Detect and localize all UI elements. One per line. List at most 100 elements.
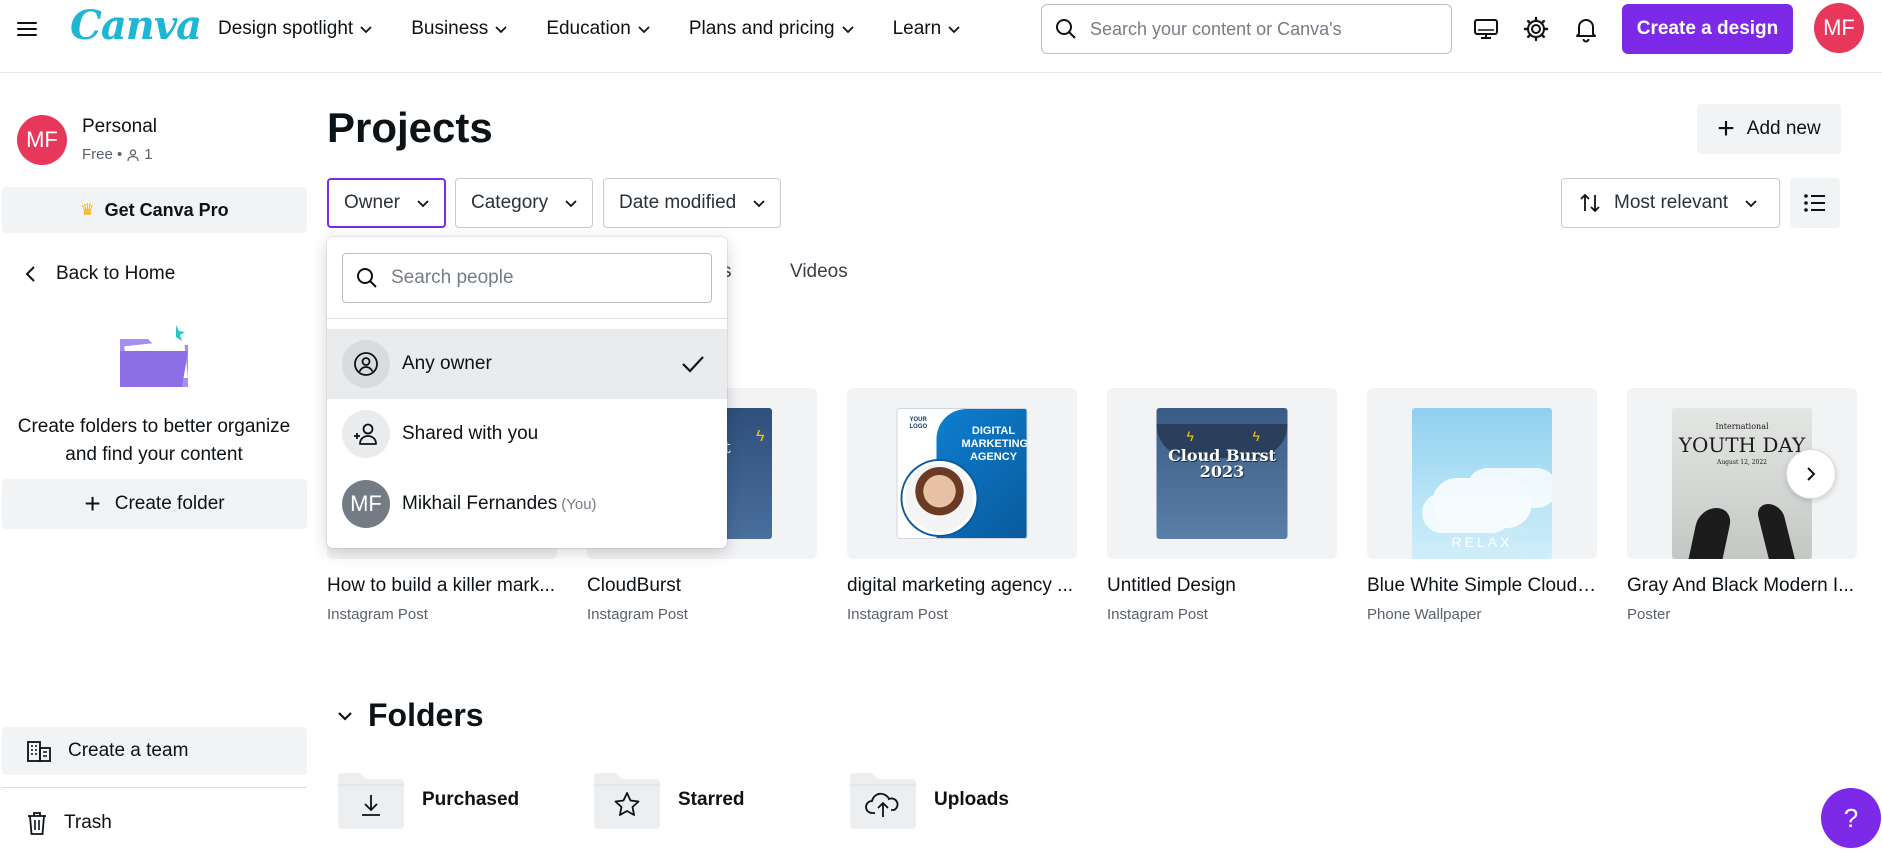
folders-heading[interactable]: Folders bbox=[336, 697, 484, 734]
design-title[interactable]: Gray And Black Modern I... bbox=[1627, 575, 1857, 597]
design-preview: ϟ ϟ Cloud Burst 2023 bbox=[1156, 408, 1288, 539]
nav-learn[interactable]: Learn bbox=[893, 17, 962, 41]
bell-icon[interactable] bbox=[1572, 15, 1600, 43]
person-icon bbox=[127, 148, 139, 161]
design-type: Instagram Post bbox=[587, 606, 688, 623]
search-people-field[interactable] bbox=[342, 253, 712, 303]
design-preview: RELAX bbox=[1412, 408, 1552, 559]
building-icon bbox=[27, 741, 51, 762]
crown-icon: ♛ bbox=[80, 202, 95, 219]
profile-name[interactable]: Personal bbox=[82, 116, 157, 138]
add-new-button[interactable]: + Add new bbox=[1697, 104, 1841, 154]
design-thumbnail[interactable]: YOUR LOGO DIGITAL MARKETING AGENCY bbox=[847, 388, 1077, 559]
plus-icon: + bbox=[84, 488, 101, 519]
account-avatar[interactable]: MF bbox=[1814, 3, 1864, 53]
design-title[interactable]: Untitled Design bbox=[1107, 575, 1337, 597]
search-people-input[interactable] bbox=[391, 267, 691, 289]
sidebar: MF Personal Free • 1 ♛ Get Canva Pro Bac… bbox=[0, 73, 308, 852]
top-header: Canva Design spotlight Business Educatio… bbox=[0, 0, 1882, 73]
chevron-down-icon bbox=[1745, 200, 1757, 208]
chevron-down-icon bbox=[841, 26, 854, 34]
chevron-left-icon bbox=[25, 266, 35, 282]
chevron-down-icon bbox=[638, 26, 650, 34]
trash-icon bbox=[28, 812, 46, 835]
design-type: Phone Wallpaper bbox=[1367, 606, 1482, 623]
design-type: Poster bbox=[1627, 606, 1671, 623]
design-thumbnail[interactable]: RELAX bbox=[1367, 388, 1597, 559]
design-type: Instagram Post bbox=[847, 606, 948, 623]
checkmark-icon bbox=[682, 356, 704, 373]
back-to-home-link[interactable]: Back to Home bbox=[22, 263, 175, 285]
header-search[interactable] bbox=[1041, 4, 1452, 54]
design-type: Instagram Post bbox=[1107, 606, 1208, 623]
sort-arrows-icon bbox=[1580, 193, 1600, 213]
sort-dropdown[interactable]: Most relevant bbox=[1561, 178, 1780, 228]
search-icon bbox=[357, 268, 377, 288]
nav-business[interactable]: Business bbox=[411, 17, 508, 41]
design-card[interactable]: International YOUTH DAY August 12, 2022 … bbox=[1627, 388, 1857, 623]
nav-design-spotlight[interactable]: Design spotlight bbox=[218, 17, 373, 41]
top-nav: Design spotlight Business Education Plan… bbox=[218, 17, 999, 41]
header-search-input[interactable] bbox=[1090, 18, 1430, 40]
list-view-icon bbox=[1804, 194, 1825, 212]
design-preview-text: DIGITAL MARKETING AGENCY bbox=[961, 425, 1028, 463]
owner-option-any[interactable]: Any owner bbox=[327, 329, 727, 399]
chevron-down-icon bbox=[753, 200, 765, 208]
canva-logo[interactable]: Canva bbox=[70, 2, 202, 49]
design-card[interactable]: YOUR LOGO DIGITAL MARKETING AGENCY digit… bbox=[847, 388, 1077, 623]
download-folder-icon bbox=[338, 773, 404, 829]
trash-link[interactable]: Trash bbox=[2, 799, 307, 847]
design-preview: YOUR LOGO DIGITAL MARKETING AGENCY bbox=[896, 408, 1028, 539]
sidebar-divider bbox=[2, 787, 307, 788]
chevron-right-icon bbox=[1807, 467, 1816, 481]
cloud-upload-folder-icon bbox=[850, 773, 916, 829]
chevron-down-icon bbox=[495, 26, 507, 34]
design-type: Instagram Post bbox=[327, 606, 428, 623]
owner-filter[interactable]: Owner bbox=[327, 178, 446, 228]
menu-icon[interactable] bbox=[14, 18, 40, 40]
owner-option-shared[interactable]: Shared with you bbox=[327, 399, 727, 469]
chevron-down-icon bbox=[417, 200, 429, 208]
design-thumbnail[interactable]: ϟ ϟ Cloud Burst 2023 bbox=[1107, 388, 1337, 559]
design-title[interactable]: How to build a killer mark... bbox=[327, 575, 557, 597]
search-icon bbox=[1056, 19, 1076, 39]
category-filter[interactable]: Category bbox=[455, 178, 594, 228]
folder-starred[interactable]: Starred bbox=[592, 769, 745, 831]
list-view-toggle[interactable] bbox=[1790, 178, 1840, 228]
folder-uploads[interactable]: Uploads bbox=[848, 769, 1009, 831]
design-title[interactable]: digital marketing agency ... bbox=[847, 575, 1077, 597]
design-title[interactable]: Blue White Simple Cloud ... bbox=[1367, 575, 1597, 597]
page-title: Projects bbox=[327, 104, 493, 151]
desktop-icon[interactable] bbox=[1472, 15, 1500, 43]
folder-purchased[interactable]: Purchased bbox=[336, 769, 519, 831]
create-folder-button[interactable]: + Create folder bbox=[2, 479, 307, 529]
create-design-button[interactable]: Create a design bbox=[1622, 4, 1793, 54]
avatar: MF bbox=[342, 480, 390, 528]
avatar bbox=[902, 461, 977, 535]
person-circle-icon bbox=[342, 340, 390, 388]
tab-videos[interactable]: Videos bbox=[790, 261, 848, 283]
chevron-down-icon bbox=[948, 26, 960, 34]
chevron-down-icon bbox=[338, 711, 352, 721]
chevron-down-icon bbox=[360, 26, 372, 34]
design-card[interactable]: ϟ ϟ Cloud Burst 2023 Untitled Design Ins… bbox=[1107, 388, 1337, 623]
date-modified-filter[interactable]: Date modified bbox=[603, 178, 782, 228]
get-canva-pro-button[interactable]: ♛ Get Canva Pro bbox=[2, 187, 307, 233]
star-folder-icon bbox=[594, 773, 660, 829]
carousel-next-button[interactable] bbox=[1786, 449, 1836, 499]
owner-option-me[interactable]: MF Mikhail Fernandes (You) bbox=[327, 469, 727, 539]
gear-icon[interactable] bbox=[1522, 15, 1550, 43]
profile-plan: Free • 1 bbox=[82, 146, 153, 163]
nav-plans-pricing[interactable]: Plans and pricing bbox=[689, 17, 855, 41]
profile-avatar[interactable]: MF bbox=[17, 115, 67, 165]
owner-dropdown-menu: Any owner Shared with you MF Mikhail Fer… bbox=[327, 237, 727, 548]
design-preview-text: Cloud Burst 2023 bbox=[1168, 446, 1276, 481]
nav-education[interactable]: Education bbox=[546, 17, 651, 41]
help-button[interactable]: ? bbox=[1821, 788, 1881, 848]
create-team-button[interactable]: Create a team bbox=[2, 727, 307, 775]
dropdown-divider bbox=[327, 318, 727, 319]
folder-prompt-text: Create folders to better organize and fi… bbox=[17, 416, 291, 465]
chevron-down-icon bbox=[565, 200, 577, 208]
design-title[interactable]: CloudBurst bbox=[587, 575, 817, 597]
design-card[interactable]: RELAX Blue White Simple Cloud ... Phone … bbox=[1367, 388, 1597, 623]
